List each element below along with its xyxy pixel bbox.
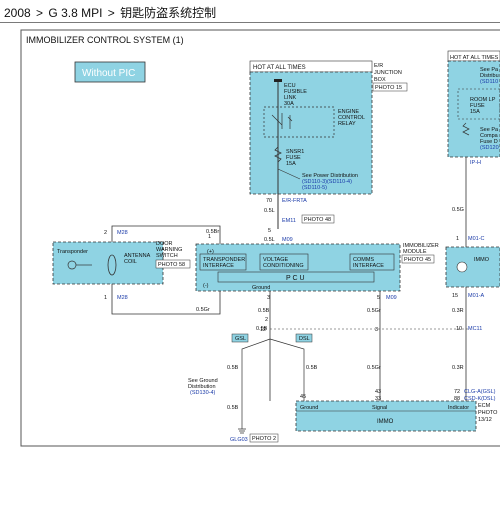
wire-05gr-c: 0.5Gr xyxy=(367,365,381,371)
breadcrumb-item-engine[interactable]: G 3.8 MPI xyxy=(48,6,102,20)
wire-05gr-a: 0.5Gr xyxy=(196,307,210,313)
photo2-label: PHOTO 2 xyxy=(252,436,276,442)
right-see-label-3[interactable]: (SD110 xyxy=(480,79,498,85)
diagram-frame: IMMOBILIZER CONTROL SYSTEM (1) Without P… xyxy=(20,29,500,447)
photo58-label: PHOTO 58 xyxy=(158,262,185,268)
ip-h-connector[interactable]: IP-H xyxy=(470,160,481,166)
pin-2-lower: 2 xyxy=(265,317,268,323)
pin-1-left: 1 xyxy=(104,295,107,301)
pin-72: 72 xyxy=(454,389,460,395)
pin-10: 10 xyxy=(456,326,462,332)
ecm-indicator-label: Indicator xyxy=(448,405,469,411)
photo48-label: PHOTO 48 xyxy=(304,217,331,223)
er-frta-connector[interactable]: E/R-FRTA xyxy=(282,198,307,204)
right-immo-label: IMMO xyxy=(474,257,490,263)
pin-15: 15 xyxy=(452,293,458,299)
pin-5-top: 5 xyxy=(268,228,271,234)
hot-at-all-times-label: HOT AT ALL TIMES xyxy=(253,65,306,71)
pin-45: 45 xyxy=(300,394,306,400)
immobilizer-module-label-2: MODULE xyxy=(403,249,427,255)
wire-05g: 0.5G xyxy=(452,207,464,213)
m09-top-connector[interactable]: M09 xyxy=(282,237,293,243)
m28-top-connector[interactable]: M28 xyxy=(117,230,128,236)
ecm-signal-label: Signal xyxy=(372,405,387,411)
pin-12: 12 xyxy=(260,327,266,333)
gsl-label: GSL xyxy=(235,336,246,342)
comms-interface-label-2: INTERFACE xyxy=(353,263,384,269)
m09-bottom-connector[interactable]: M09 xyxy=(386,295,397,301)
ecm-label: ECM xyxy=(478,403,491,409)
sd110-ref-2[interactable]: (SD110-5) xyxy=(302,185,327,191)
minus-terminal: (-) xyxy=(203,283,209,289)
wire-05l-b: 0.5L xyxy=(264,237,275,243)
breadcrumb-separator: > xyxy=(36,6,44,20)
photo-right-label-1: PHOTO xyxy=(478,410,498,416)
breadcrumb: 2008 > G 3.8 MPI > 钥匙防盗系统控制 xyxy=(0,0,500,23)
er-junction-label-2: JUNCTION xyxy=(374,70,402,76)
photo15-label: PHOTO 15 xyxy=(375,85,402,91)
pin-88: 88 xyxy=(454,396,460,402)
photo-right-label-2: 13/12 xyxy=(478,417,492,423)
right-see2-label-4[interactable]: (SD120 xyxy=(480,145,499,151)
breadcrumb-separator: > xyxy=(107,6,115,20)
m28-bottom-connector[interactable]: M28 xyxy=(117,295,128,301)
ground-symbol xyxy=(238,428,246,434)
module-ground-label: Ground xyxy=(252,285,270,291)
wire-05b-c: 0.5B xyxy=(227,365,239,371)
em11-connector[interactable]: EM11 xyxy=(282,218,296,224)
gsl-dsl-split-wire xyxy=(241,338,305,429)
pin-70: 70 xyxy=(266,198,272,204)
pin-1-module: 1 xyxy=(208,234,211,240)
page-footer-blank xyxy=(0,447,500,505)
er-junction-label-1: E/R xyxy=(374,63,383,69)
right-immo-box xyxy=(445,246,500,288)
wiring-diagram: IMMOBILIZER CONTROL SYSTEM (1) Without P… xyxy=(20,29,500,447)
sd130-ref[interactable]: (SD130-4) xyxy=(190,390,216,396)
er-junction-label-3: BOX xyxy=(374,77,386,83)
wire-05b-a: 0.5B xyxy=(258,308,270,314)
wire-03r-b: 0.3R xyxy=(452,365,464,371)
pin-2-left: 2 xyxy=(104,230,107,236)
wire-05b-e: 0.5B xyxy=(306,365,318,371)
ecm-ground-label: Ground xyxy=(300,405,318,411)
g03-connector[interactable]: GLG03 xyxy=(230,437,248,443)
hot-at-all-times-right-label: HOT AT ALL TIMES xyxy=(450,55,499,61)
immo-indicator-icon xyxy=(456,261,468,273)
without-pic-label: Without PIC xyxy=(82,68,135,79)
door-switch-label-3: SWITCH xyxy=(156,253,178,259)
clg-connector[interactable]: CLG-A(GSL) xyxy=(464,389,496,395)
photo45-label: PHOTO 45 xyxy=(404,257,431,263)
wire-05gr-b: 0.5Gr xyxy=(367,308,381,314)
ecm-immo-label: IMMO xyxy=(377,419,394,425)
pin-43: 43 xyxy=(375,389,381,395)
dsl-label: DSL xyxy=(299,336,310,342)
ecu-link-label-4: 30A xyxy=(284,101,294,107)
transponder-label: Transponder xyxy=(57,249,88,255)
breadcrumb-item-year[interactable]: 2008 xyxy=(4,6,31,20)
wire-03r-a: 0.3R xyxy=(452,308,464,314)
pin-3-lower: 3 xyxy=(375,327,378,333)
csd-connector[interactable]: CSD-K(DSL) xyxy=(464,396,496,402)
voltage-conditioning-label-2: CONDITIONING xyxy=(263,263,304,269)
relay-label-3: RELAY xyxy=(338,121,356,127)
breadcrumb-item-system: 钥匙防盗系统控制 xyxy=(120,6,217,20)
m01a-connector[interactable]: M01-A xyxy=(468,293,485,299)
pin-1-right: 1 xyxy=(456,236,459,242)
snsr-fuse-label-3: 15A xyxy=(286,161,296,167)
transponder-interface-label-2: INTERFACE xyxy=(203,263,234,269)
diagram-title: IMMOBILIZER CONTROL SYSTEM (1) xyxy=(26,35,184,45)
pcu-label: P C U xyxy=(286,275,305,282)
wire-05b-d: 0.5B xyxy=(227,405,239,411)
m01c-connector[interactable]: M01-C xyxy=(468,236,485,242)
fusible-link-symbol xyxy=(274,79,282,82)
mc11-connector[interactable]: MC11 xyxy=(468,326,482,332)
antenna-coil-label-2: COIL xyxy=(124,259,137,265)
wire-05l-a: 0.5L xyxy=(264,208,275,214)
room-lp-label-3: 15A xyxy=(470,109,480,115)
